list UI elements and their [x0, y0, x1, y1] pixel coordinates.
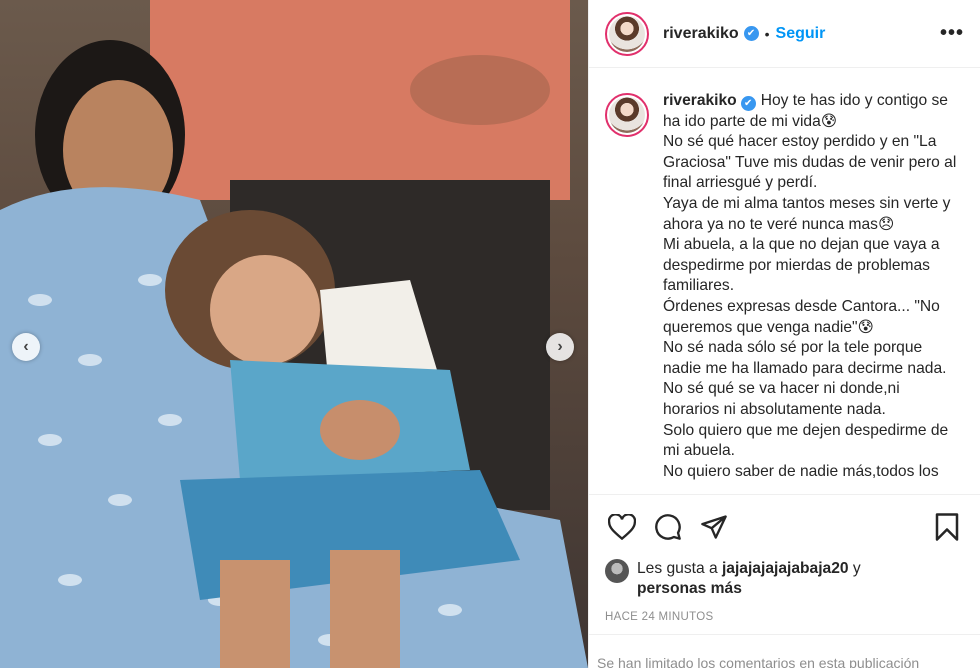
caption: riverakiko ✔ Hoy te has ido y contigo se h…: [663, 91, 959, 494]
bookmark-icon[interactable]: [930, 510, 964, 544]
post-photo[interactable]: ‹ ›: [0, 0, 588, 668]
likes-prefix: Les gusta a: [637, 560, 722, 577]
likes-summary: Les gusta a jajajajajajabaja20 y persona…: [605, 559, 964, 599]
likes-and: y: [848, 560, 861, 577]
author-username[interactable]: riverakiko: [663, 25, 739, 43]
send-icon[interactable]: [697, 510, 731, 544]
follow-button[interactable]: Seguir: [776, 25, 826, 43]
action-bar: [605, 495, 964, 559]
heart-icon[interactable]: [605, 510, 639, 544]
actions-section: Les gusta a jajajajajajabaja20 y persona…: [589, 494, 980, 623]
post-timestamp[interactable]: HACE 24 MINUTOS: [605, 611, 964, 623]
comment-icon[interactable]: [651, 510, 685, 544]
post-header: riverakiko ✔ • Seguir •••: [589, 0, 980, 68]
verified-icon: ✔: [743, 26, 759, 41]
verified-icon: ✔: [740, 96, 756, 111]
caption-avatar[interactable]: [605, 93, 649, 137]
photo-illustration: [0, 0, 588, 668]
more-options-icon[interactable]: •••: [940, 22, 964, 45]
likes-others-link[interactable]: personas más: [637, 580, 742, 597]
caption-username[interactable]: riverakiko: [663, 92, 737, 109]
caption-section: riverakiko ✔ Hoy te has ido y contigo se h…: [589, 69, 980, 494]
likes-user-link[interactable]: jajajajajajabaja20: [722, 560, 849, 577]
caption-text: Hoy te has ido y contigo se ha ido parte…: [663, 92, 957, 480]
comments-disabled-notice: Se han limitado los comentarios en esta …: [589, 634, 980, 668]
avatar[interactable]: [605, 11, 649, 56]
post-side-panel: riverakiko ✔ • Seguir ••• riverakiko ✔ Hoy…: [588, 0, 980, 668]
chevron-left-icon[interactable]: ‹: [12, 333, 40, 361]
separator-dot: •: [764, 25, 770, 42]
avatar[interactable]: [605, 559, 629, 583]
chevron-right-icon[interactable]: ›: [546, 333, 574, 361]
